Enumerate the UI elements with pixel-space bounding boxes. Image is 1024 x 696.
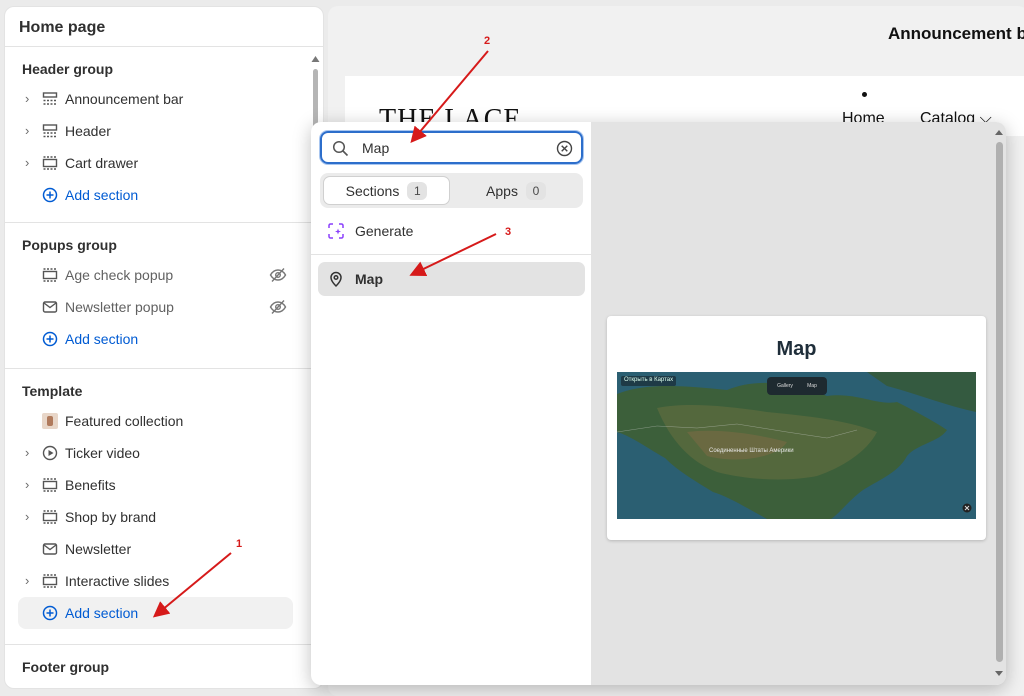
section-icon — [42, 92, 58, 105]
location-pin-icon — [330, 271, 342, 287]
tab-bar: Sections 1 Apps 0 — [320, 173, 583, 208]
sidebar-item-announcement-bar[interactable]: › Announcement bar — [5, 83, 323, 115]
annotation-number-2: 2 — [484, 35, 491, 47]
tab-label: Sections — [345, 182, 400, 199]
scroll-up-arrow-icon[interactable] — [311, 55, 320, 63]
search-input-value: Map — [362, 140, 390, 156]
map-country-label: Соединенные Штаты Америки — [709, 448, 794, 454]
chevron-right-icon[interactable]: › — [25, 92, 35, 106]
section-preview-card: Map Открыть в Картах Gallery Map Соедине… — [607, 316, 986, 540]
sidebar-item-newsletter[interactable]: Newsletter — [5, 533, 323, 565]
plus-circle-icon — [42, 187, 58, 203]
sidebar-item-age-check-popup[interactable]: Age check popup — [5, 259, 323, 291]
chevron-right-icon[interactable]: › — [25, 156, 35, 170]
scrollbar-thumb[interactable] — [996, 142, 1003, 662]
announcement-bar-text: Announcement b — [888, 24, 1024, 43]
header-icon — [42, 124, 58, 138]
map-thumbnail: Открыть в Картах Gallery Map Соединенные… — [617, 372, 976, 519]
preview-scrollbar[interactable] — [993, 122, 1005, 685]
play-icon — [42, 445, 58, 461]
eye-off-icon[interactable] — [269, 267, 287, 283]
plus-circle-icon — [42, 331, 58, 347]
open-in-maps-badge: Открыть в Картах — [621, 376, 677, 386]
group-title: Footer group — [22, 659, 110, 675]
add-section-button[interactable]: Add section — [5, 179, 323, 211]
chevron-right-icon[interactable]: › — [25, 574, 35, 588]
mail-icon — [42, 543, 58, 555]
sidebar-item-benefits[interactable]: › Benefits — [5, 469, 323, 501]
sidebar-item-newsletter-popup[interactable]: Newsletter popup — [5, 291, 323, 323]
mail-icon — [42, 301, 58, 313]
sidebar-item-ticker-video[interactable]: › Ticker video — [5, 437, 323, 469]
group-title: Header group — [22, 61, 114, 77]
search-input[interactable]: Map — [320, 131, 583, 164]
eye-off-icon[interactable] — [269, 299, 287, 315]
close-icon — [962, 503, 972, 513]
toggle-option-gallery: Gallery — [777, 383, 793, 389]
preview-card-title: Map — [776, 338, 817, 360]
group-title: Popups group — [22, 237, 117, 253]
sidebar-item-label: Ticker video — [65, 445, 140, 461]
add-section-label: Add section — [65, 331, 139, 347]
section-icon — [42, 268, 58, 282]
sidebar-item-label: Featured collection — [65, 413, 184, 429]
tab-apps[interactable]: Apps 0 — [452, 176, 580, 205]
popups-group: Popups group Age check popup Newsletter … — [5, 223, 323, 369]
sidebar-item-label: Benefits — [65, 477, 116, 493]
sidebar-item-shop-by-brand[interactable]: › Shop by brand — [5, 501, 323, 533]
header-group: Header group › Announcement bar › Header… — [5, 47, 323, 223]
sidebar-item-label: Header — [65, 123, 111, 139]
chevron-right-icon[interactable]: › — [25, 446, 35, 460]
section-icon — [42, 478, 58, 492]
sidebar-item-label: Announcement bar — [65, 91, 184, 107]
add-section-button-template[interactable]: Add section — [18, 597, 293, 629]
divider — [311, 254, 591, 255]
generate-label: Generate — [355, 223, 414, 239]
chevron-right-icon[interactable]: › — [25, 510, 35, 524]
annotation-number-3: 3 — [505, 226, 512, 238]
sidebar-item-label: Shop by brand — [65, 509, 157, 525]
chevron-right-icon[interactable]: › — [25, 478, 35, 492]
template-group: Template Featured collection › Ticker vi… — [5, 369, 323, 645]
section-icon — [42, 510, 58, 524]
sidebar-item-interactive-slides[interactable]: › Interactive slides — [5, 565, 323, 597]
annotation-number-1: 1 — [236, 538, 243, 550]
sidebar-item-featured-collection[interactable]: Featured collection — [5, 405, 323, 437]
add-section-label: Add section — [65, 605, 139, 621]
section-icon — [42, 156, 58, 170]
sidebar-item-label: Cart drawer — [65, 155, 139, 171]
add-section-label: Add section — [65, 187, 139, 203]
footer-group: Footer group — [5, 645, 323, 687]
add-section-popup: Map Sections 1 Apps 0 Generate Map Map О… — [311, 122, 1006, 685]
section-icon — [42, 574, 58, 588]
chevron-right-icon[interactable]: › — [25, 124, 35, 138]
sidebar-item-label: Age check popup — [65, 267, 174, 283]
sidebar-item-header[interactable]: › Header — [5, 115, 323, 147]
sparkle-icon — [328, 223, 344, 239]
plus-circle-icon — [42, 605, 58, 621]
count-badge: 0 — [525, 181, 546, 200]
search-icon — [332, 140, 349, 157]
tab-sections[interactable]: Sections 1 — [323, 176, 450, 205]
nav-indicator-dot — [862, 92, 867, 97]
search-result-label: Map — [355, 271, 383, 287]
scroll-down-arrow-icon[interactable] — [993, 670, 1005, 678]
toggle-option-map: Map — [807, 383, 817, 389]
page-title: Home page — [5, 7, 323, 47]
sidebar-item-label: Interactive slides — [65, 573, 170, 589]
sidebar-item-label: Newsletter popup — [65, 299, 174, 315]
sidebar: Home page Header group › Announcement ba… — [4, 6, 324, 689]
map-view-toggle: Gallery Map — [767, 377, 827, 395]
add-section-button[interactable]: Add section — [5, 323, 323, 355]
tab-label: Apps — [486, 182, 518, 199]
scroll-up-arrow-icon[interactable] — [993, 128, 1005, 136]
group-title: Template — [22, 383, 83, 399]
search-result-map[interactable]: Map — [318, 262, 585, 296]
section-preview-pane: Map Открыть в Картах Gallery Map Соедине… — [591, 122, 1006, 685]
clear-search-icon[interactable] — [556, 140, 573, 157]
sidebar-item-label: Newsletter — [65, 541, 132, 557]
sidebar-item-cart-drawer[interactable]: › Cart drawer — [5, 147, 323, 179]
count-badge: 1 — [407, 181, 428, 200]
product-thumbnail — [42, 413, 58, 429]
